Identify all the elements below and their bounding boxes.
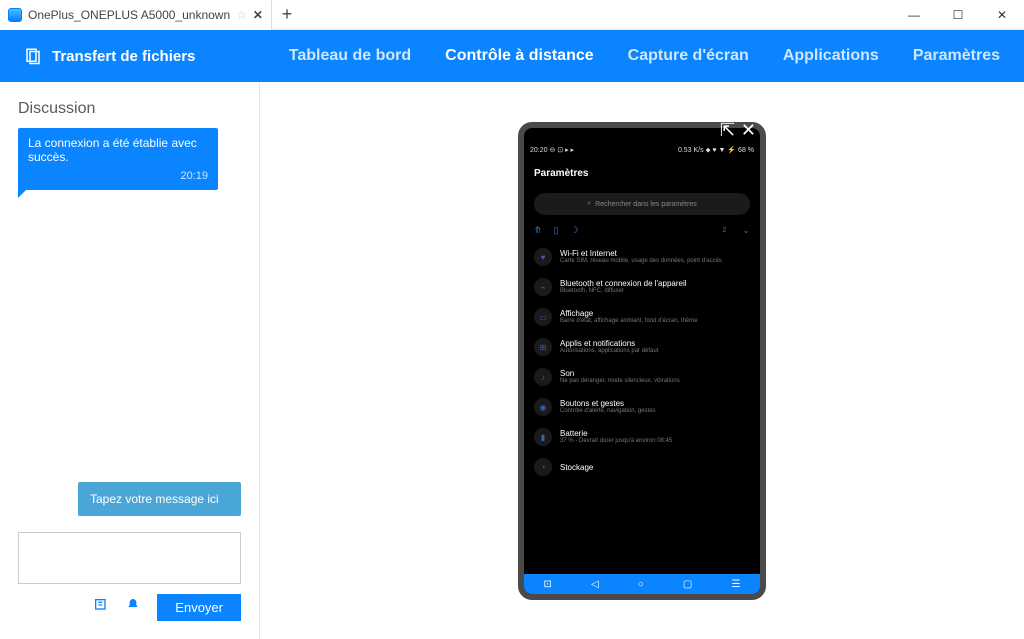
file-transfer-label: Transfert de fichiers <box>52 48 195 65</box>
window-controls: — ☐ ✕ <box>892 0 1024 30</box>
settings-item-subtitle: Bluetooth, NFC, diffuser <box>560 288 750 295</box>
settings-item-title: Stockage <box>560 463 750 472</box>
settings-item-icon: ♪ <box>534 368 552 386</box>
quick-icon-1[interactable]: ⤊ <box>534 225 542 236</box>
send-button[interactable]: Envoyer <box>157 594 241 621</box>
close-remote-icon[interactable]: ✕ <box>741 120 756 141</box>
nudge-icon[interactable] <box>125 597 141 618</box>
settings-item-subtitle: Ne pas déranger, mode silencieux, vibrat… <box>560 378 750 385</box>
tab-title: OnePlus_ONEPLUS A5000_unknown <box>28 8 230 22</box>
settings-item-icon: ◉ <box>534 398 552 416</box>
settings-item-icon: ⌁ <box>534 278 552 296</box>
settings-item-icon: ♥ <box>534 248 552 266</box>
tab-close-icon[interactable]: ✕ <box>253 8 263 22</box>
teamviewer-icon <box>8 8 22 22</box>
settings-item-title: Boutons et gestes <box>560 399 750 408</box>
quick-badge: 2 <box>723 227 727 234</box>
tab-remote-control[interactable]: Contrôle à distance <box>445 47 593 65</box>
phone-search-placeholder: Rechercher dans les paramètres <box>595 201 697 208</box>
chevron-down-icon[interactable]: ⌄ <box>742 225 750 236</box>
settings-item-title: Wi-Fi et Internet <box>560 249 750 258</box>
file-transfer-button[interactable]: Transfert de fichiers <box>24 47 195 65</box>
settings-item-subtitle: Barre d'état, affichage ambiant, fond d'… <box>560 318 750 325</box>
tab-screenshot[interactable]: Capture d'écran <box>628 47 749 65</box>
settings-item-icon: ▭ <box>534 308 552 326</box>
phone-settings-item[interactable]: ♥ Wi-Fi et InternetCarte SIM, réseau mobi… <box>532 242 752 272</box>
chat-hint-bubble: Tapez votre message ici <box>78 482 241 516</box>
settings-item-title: Applis et notifications <box>560 339 750 348</box>
star-icon[interactable]: ☆ <box>236 8 247 22</box>
chat-message-text: La connexion a été établie avec succès. <box>28 136 208 164</box>
remote-screen-stage: ⇱ ✕ 20:20 ⊖ ⊡ ▸ ▸ 0.53 K/s ⬥ ♥ ▼ ⚡ 68 % … <box>260 82 1024 639</box>
settings-item-subtitle: Autorisations, applications par défaut <box>560 348 750 355</box>
app-header: Transfert de fichiers Tableau de bord Co… <box>0 30 1024 82</box>
chat-sidebar: Discussion La connexion a été établie av… <box>0 82 260 639</box>
quick-icon-3[interactable]: ☽ <box>571 225 579 236</box>
settings-item-subtitle: 37 % - Devrait durer jusqu'à environ 08:… <box>560 438 750 445</box>
chat-input[interactable] <box>18 532 241 584</box>
chat-toolbar: Envoyer <box>18 594 241 621</box>
settings-item-title: Batterie <box>560 429 750 438</box>
phone-settings-item[interactable]: ⌁ Bluetooth et connexion de l'appareilBlu… <box>532 272 752 302</box>
tab-settings[interactable]: Paramètres <box>913 47 1000 65</box>
phone-settings-list: ♥ Wi-Fi et InternetCarte SIM, réseau mobi… <box>524 242 760 482</box>
tab-applications[interactable]: Applications <box>783 47 879 65</box>
tv-app-icon[interactable]: ⊡ <box>544 579 552 590</box>
chat-message-time: 20:19 <box>28 170 208 182</box>
settings-item-title: Bluetooth et connexion de l'appareil <box>560 279 750 288</box>
settings-item-icon: ⊞ <box>534 338 552 356</box>
tab-dashboard[interactable]: Tableau de bord <box>289 47 411 65</box>
phone-settings-item[interactable]: ▭ AffichageBarre d'état, affichage ambian… <box>532 302 752 332</box>
window-maximize-icon[interactable]: ☐ <box>936 0 980 30</box>
window-titlebar: OnePlus_ONEPLUS A5000_unknown ☆ ✕ + — ☐ … <box>0 0 1024 30</box>
search-icon: ⌕ <box>587 200 591 208</box>
phone-quick-row: ⤊ ▯ ☽ 2 ⌄ <box>534 225 750 236</box>
status-right: 0.53 K/s ⬥ ♥ ▼ ⚡ 68 % <box>678 146 754 155</box>
settings-item-subtitle: Carte SIM, réseau mobile, usage des donn… <box>560 258 750 265</box>
home-icon[interactable]: ○ <box>638 579 644 590</box>
phone-settings-item[interactable]: ◉ Boutons et gestesContrôle d'alerte, nav… <box>532 392 752 422</box>
status-left: 20:20 ⊖ ⊡ ▸ ▸ <box>530 146 574 154</box>
phone-settings-item[interactable]: ♪ SonNe pas déranger, mode silencieux, vi… <box>532 362 752 392</box>
window-close-icon[interactable]: ✕ <box>980 0 1024 30</box>
phone-settings-item[interactable]: ⊞ Applis et notificationsAutorisations, a… <box>532 332 752 362</box>
chat-title: Discussion <box>18 100 241 118</box>
menu-icon[interactable]: ☰ <box>731 579 740 590</box>
attach-file-icon[interactable] <box>93 597 109 618</box>
new-tab-button[interactable]: + <box>272 4 302 25</box>
phone-settings-item[interactable]: ◔ Stockage <box>532 452 752 482</box>
chat-system-message: La connexion a été établie avec succès. … <box>18 128 218 190</box>
phone-page-title: Paramètres <box>524 158 760 185</box>
settings-item-title: Son <box>560 369 750 378</box>
settings-item-subtitle: Contrôle d'alerte, navigation, gestes <box>560 408 750 415</box>
recents-icon[interactable]: ▢ <box>683 579 692 590</box>
phone-nav-bar: ⊡ ◁ ○ ▢ ☰ <box>524 574 760 594</box>
quick-icon-2[interactable]: ▯ <box>554 225 559 236</box>
phone-search-bar[interactable]: ⌕ Rechercher dans les paramètres <box>534 193 750 215</box>
file-transfer-icon <box>24 47 42 65</box>
main-nav: Tableau de bord Contrôle à distance Capt… <box>289 47 1000 65</box>
phone-settings-item[interactable]: ▮ Batterie37 % - Devrait durer jusqu'à en… <box>532 422 752 452</box>
window-minimize-icon[interactable]: — <box>892 0 936 30</box>
settings-item-icon: ▮ <box>534 428 552 446</box>
phone-status-bar: 20:20 ⊖ ⊡ ▸ ▸ 0.53 K/s ⬥ ♥ ▼ ⚡ 68 % <box>524 142 760 158</box>
back-icon[interactable]: ◁ <box>591 579 599 590</box>
popout-icon[interactable]: ⇱ <box>720 120 735 141</box>
browser-tab[interactable]: OnePlus_ONEPLUS A5000_unknown ☆ ✕ <box>0 0 272 30</box>
remote-device-screen[interactable]: 20:20 ⊖ ⊡ ▸ ▸ 0.53 K/s ⬥ ♥ ▼ ⚡ 68 % Para… <box>518 122 766 600</box>
settings-item-icon: ◔ <box>534 458 552 476</box>
settings-item-title: Affichage <box>560 309 750 318</box>
